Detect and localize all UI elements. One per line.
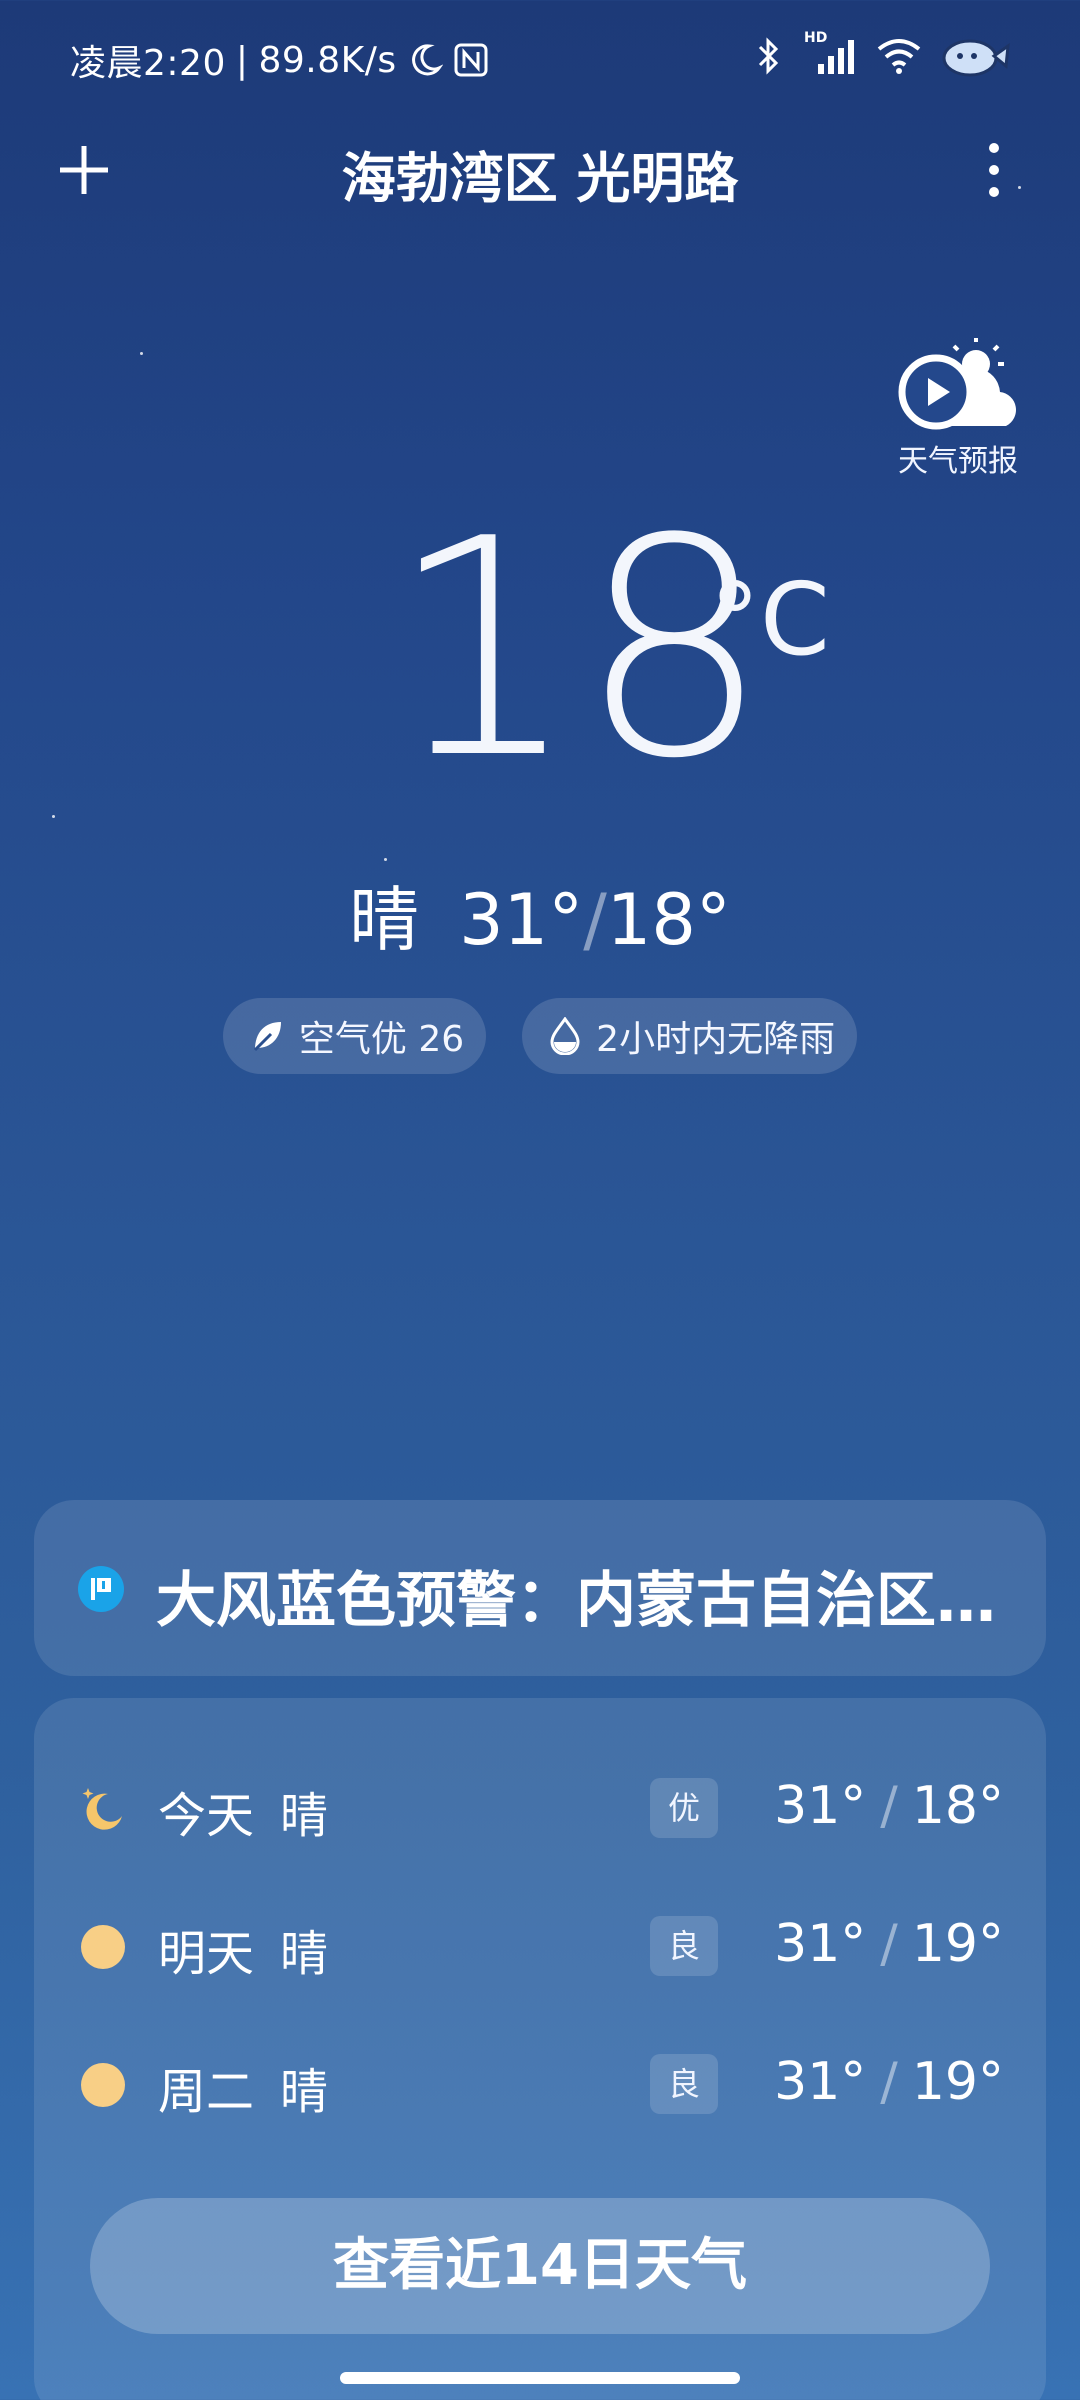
- temp-slash: /: [880, 1914, 898, 1974]
- forecast-condition: 晴: [280, 2064, 329, 2120]
- network-speed: 89.8K/s: [258, 39, 397, 81]
- forecast-low: 19°: [911, 1914, 1004, 1974]
- moon-star-icon: [82, 1788, 122, 1830]
- status-right: HD: [754, 30, 1010, 78]
- bluetooth-icon: [754, 36, 784, 76]
- forecast-day: 周二晴: [158, 2052, 328, 2122]
- forecast-day-label: 周二: [158, 2064, 255, 2120]
- forecast-temp: 31°/19°: [774, 2052, 1004, 2112]
- current-temperature: 18 °C: [0, 500, 1080, 840]
- temp-slash: /: [880, 2052, 898, 2112]
- temp-slash: /: [880, 1776, 898, 1836]
- forecast-low: 18°: [911, 1776, 1004, 1836]
- condition-line: 晴 31°/18°: [0, 864, 1080, 965]
- location-title[interactable]: 海勃湾区 光明路: [0, 134, 1080, 213]
- aqi-badge: 良: [650, 2054, 718, 2114]
- forecast-day: 明天晴: [158, 1914, 328, 1984]
- moon-icon: [407, 42, 443, 78]
- info-pills: 空气优 26 2小时内无降雨: [0, 998, 1080, 1074]
- air-quality-pill[interactable]: 空气优 26: [222, 998, 487, 1074]
- forecast-condition: 晴: [280, 1926, 329, 1982]
- sun-icon: [81, 2063, 125, 2107]
- daily-forecast-card: 今天晴 优 31°/18° 明天晴 良 31°/19° 周二晴 良 31°/19…: [34, 1698, 1046, 2400]
- forecast-row-tuesday[interactable]: 周二晴 良 31°/19°: [34, 2024, 1046, 2144]
- status-bar: 凌晨2:20 | 89.8K/s HD: [0, 0, 1080, 116]
- air-quality-label: 空气优 26: [298, 1019, 465, 1060]
- weather-alert-card[interactable]: 大风蓝色预警：内蒙古自治区…: [34, 1500, 1046, 1676]
- forecast-day-label: 今天: [158, 1788, 255, 1844]
- status-separator: |: [235, 39, 249, 81]
- forecast-high: 31°: [774, 2052, 867, 2112]
- current-condition: 晴: [349, 879, 420, 961]
- more-vertical-icon: [989, 143, 999, 197]
- forecast-condition: 晴: [280, 1788, 329, 1844]
- star-decoration: [140, 352, 143, 355]
- rain-forecast-pill[interactable]: 2小时内无降雨: [522, 998, 858, 1074]
- raindrop-icon: [550, 1017, 580, 1055]
- hd-signal-icon: HD: [802, 30, 858, 76]
- forecast-high: 31°: [774, 1776, 867, 1836]
- current-low: 18°: [606, 879, 731, 961]
- star-decoration: [384, 858, 387, 861]
- status-time: 凌晨2:20: [70, 43, 226, 84]
- aqi-badge: 优: [650, 1778, 718, 1838]
- home-indicator[interactable]: [340, 2372, 740, 2384]
- alert-text: 大风蓝色预警：内蒙古自治区…: [156, 1566, 996, 1636]
- header: 海勃湾区 光明路: [0, 120, 1080, 220]
- forecast-temp: 31°/19°: [774, 1914, 1004, 1974]
- forecast-low: 19°: [911, 2052, 1004, 2112]
- rain-forecast-label: 2小时内无降雨: [596, 1019, 836, 1060]
- more-menu-button[interactable]: [982, 140, 1006, 200]
- current-high: 31°: [459, 879, 584, 961]
- forecast-day: 今天晴: [158, 1776, 328, 1846]
- temperature-unit: °C: [710, 561, 830, 678]
- leaf-icon: [253, 1022, 281, 1052]
- forecast-temp: 31°/18°: [774, 1776, 1004, 1836]
- forecast-row-tomorrow[interactable]: 明天晴 良 31°/19°: [34, 1886, 1046, 2006]
- sun-icon: [81, 1925, 125, 1969]
- view-14-day-forecast-button[interactable]: 查看近14日天气: [90, 2198, 990, 2334]
- nfc-icon: [453, 42, 489, 78]
- forecast-video-label: 天气预报: [898, 444, 1018, 479]
- wifi-icon: [876, 37, 922, 75]
- temp-slash: /: [583, 879, 607, 961]
- weather-forecast-video-button[interactable]: 天气预报: [888, 336, 1028, 479]
- status-left: 凌晨2:20 | 89.8K/s: [70, 34, 489, 86]
- play-weather-icon: [898, 338, 1016, 430]
- warning-flag-icon: [78, 1566, 124, 1612]
- forecast-row-today[interactable]: 今天晴 优 31°/18°: [34, 1748, 1046, 1868]
- forecast-high: 31°: [774, 1914, 867, 1974]
- aqi-badge: 良: [650, 1916, 718, 1976]
- mascot-icon: [940, 34, 1010, 78]
- forecast-day-label: 明天: [158, 1926, 255, 1982]
